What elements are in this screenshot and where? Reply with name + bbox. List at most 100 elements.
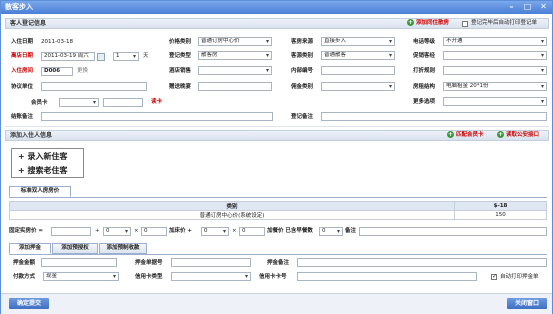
- guest-info-title: 客人登记信息: [10, 20, 47, 27]
- qty-field-2[interactable]: 0: [141, 227, 167, 236]
- more-options-label: 更多选项: [413, 99, 436, 105]
- deposit-type-label: 佣金类别: [291, 84, 314, 90]
- add-new-guest-button[interactable]: + 录入新住客: [18, 151, 68, 162]
- plus-symbol: +: [95, 228, 100, 234]
- qty-stepper-3[interactable]: 0: [201, 227, 229, 236]
- checkin-date-label: 入住日期: [11, 39, 34, 45]
- qty-stepper-1[interactable]: 0: [103, 227, 131, 236]
- checkin-note-field[interactable]: [321, 112, 547, 121]
- multiply-symbol-2: ×: [232, 228, 237, 234]
- close-icon[interactable]: ✕: [539, 2, 548, 12]
- agreement-label: 协议单位: [11, 84, 34, 90]
- checkin-note-label: 登记备注: [291, 114, 314, 120]
- pay-method-label: 付款方式: [13, 274, 36, 280]
- breakfast-stepper[interactable]: 0: [319, 227, 343, 236]
- hotel-sales-label: 酒店销售: [169, 68, 192, 74]
- add-mid-room-link[interactable]: + 添加同住散房: [407, 19, 449, 28]
- source-select[interactable]: 直接步入: [321, 37, 395, 46]
- deposit-type-select[interactable]: [321, 82, 395, 91]
- room-number-field[interactable]: D006: [41, 67, 73, 76]
- card-type-label: 信用卡类型: [135, 274, 163, 280]
- card-type-select[interactable]: [171, 272, 251, 281]
- price-value-cell[interactable]: 150: [454, 210, 547, 220]
- room-label: 入住房间: [11, 68, 34, 74]
- maximize-icon[interactable]: □: [523, 2, 532, 12]
- add-icon: +: [497, 131, 504, 138]
- deposit-amount-field[interactable]: [41, 258, 117, 267]
- footer-bar: [1, 293, 552, 314]
- source-label: 客房来源: [291, 39, 314, 45]
- checkin-type-label: 登记类型: [169, 53, 192, 59]
- days-stepper[interactable]: 1: [113, 52, 139, 61]
- read-card-button[interactable]: 读卡: [151, 98, 162, 107]
- checkout-date-field[interactable]: 2011-03-19 周六: [41, 52, 95, 61]
- checkout-date-label: 离店日期: [11, 53, 34, 59]
- add-mid-room-label: 添加同住散房: [416, 20, 450, 26]
- deposit-remark-field[interactable]: [297, 258, 547, 267]
- fixed-price-label: 固定实房价 =: [9, 228, 44, 234]
- qty-field-4[interactable]: 0: [239, 227, 265, 236]
- discount-rule-label: 打折规则: [413, 68, 436, 74]
- search-old-guest-button[interactable]: + 搜索老住客: [18, 165, 68, 176]
- agreement-field[interactable]: [41, 82, 147, 91]
- table-row[interactable]: 普通订房中心价(系统设定) 150: [9, 210, 547, 220]
- checkin-type-select[interactable]: 散客房: [198, 51, 272, 60]
- header-date: $-18: [454, 201, 547, 211]
- remark-field[interactable]: [359, 227, 547, 236]
- room-structure-select[interactable]: 电脑租金 20*1份: [443, 82, 547, 91]
- member-card-input[interactable]: [103, 98, 143, 107]
- deposit-amount-label: 押金金额: [13, 260, 36, 266]
- card-no-field[interactable]: [297, 272, 477, 281]
- hotel-sales-select[interactable]: [198, 66, 272, 75]
- auto-print-checkbox[interactable]: [491, 273, 497, 280]
- minimize-icon[interactable]: –: [507, 2, 516, 12]
- guest-actions-box: + 录入新住客 + 搜索老住客: [11, 148, 84, 178]
- pay-method-select[interactable]: 现金: [43, 272, 119, 281]
- meal-label: 加餐价 已含早餐数: [267, 228, 313, 234]
- add-icon: +: [407, 19, 414, 26]
- checkout-note-field[interactable]: [41, 112, 273, 121]
- checkin-date-value: 2011-03-18: [41, 39, 73, 45]
- checkin-guest-title: 添加入住人信息: [10, 132, 53, 139]
- confirm-button[interactable]: 确定提交: [9, 298, 49, 309]
- price-type-label: 价格类别: [169, 39, 192, 45]
- market-select[interactable]: 普通散客: [321, 51, 395, 60]
- more-options-select[interactable]: [443, 97, 547, 106]
- table-header-row: 类别 $-18: [9, 201, 547, 211]
- window-title: 散客步入: [5, 3, 33, 11]
- calendar-icon[interactable]: [97, 53, 105, 61]
- member-card-select[interactable]: [59, 98, 99, 107]
- remark-label: 备注: [345, 228, 357, 234]
- close-window-button[interactable]: 关闭窗口: [507, 298, 547, 309]
- fixed-price-field[interactable]: [51, 227, 91, 236]
- price-table: 类别 $-18 普通订房中心价(系统设定) 150: [9, 201, 547, 220]
- phone-select[interactable]: 不开通: [443, 37, 547, 46]
- deposit-remark-label: 押金备注: [267, 260, 290, 266]
- window-titlebar: 散客步入 – □ ✕: [1, 1, 552, 14]
- sales-manager-select[interactable]: [443, 51, 547, 60]
- read-police-label: 读取公安接口: [506, 132, 540, 138]
- member-card-label: 会员卡: [31, 100, 48, 106]
- room-structure-label: 房租结构: [413, 84, 436, 90]
- deposit-voucher-field[interactable]: [171, 258, 251, 267]
- print-checkin-label: 登记完毕后自动打印登记单: [471, 20, 538, 26]
- auto-print-label: 自动打印押金单: [500, 274, 539, 280]
- sales-manager-label: 促销客经: [413, 53, 436, 59]
- read-police-link[interactable]: + 读取公安接口: [497, 131, 539, 140]
- card-no-label: 信用卡卡号: [259, 274, 287, 280]
- price-type-select[interactable]: 普通订房中心价: [198, 37, 272, 46]
- tab-room-price[interactable]: 标准双人房房价: [9, 186, 71, 197]
- tab-add-preauth[interactable]: 添加预授权: [52, 243, 98, 254]
- bed-price-label: 加床价 +: [169, 228, 193, 234]
- tab-add-deposit[interactable]: 添加押金: [9, 243, 51, 254]
- checkout-note-label: 结账备注: [11, 114, 34, 120]
- deposit-tab-divider: [9, 254, 547, 255]
- print-checkin-checkbox[interactable]: [462, 21, 468, 27]
- free-breakfast-field[interactable]: [198, 82, 272, 91]
- internal-no-field[interactable]: [321, 66, 395, 75]
- change-room-button[interactable]: 更换: [77, 67, 88, 76]
- match-member-link[interactable]: + 匹配会员卡: [447, 131, 484, 140]
- tab-add-prepay[interactable]: 添加预制收款: [99, 243, 147, 254]
- discount-rule-select[interactable]: [443, 66, 547, 75]
- checkin-window: 散客步入 – □ ✕ 客人登记信息 + 添加同住散房 登记完毕后自动打印登记单 入…: [0, 0, 553, 314]
